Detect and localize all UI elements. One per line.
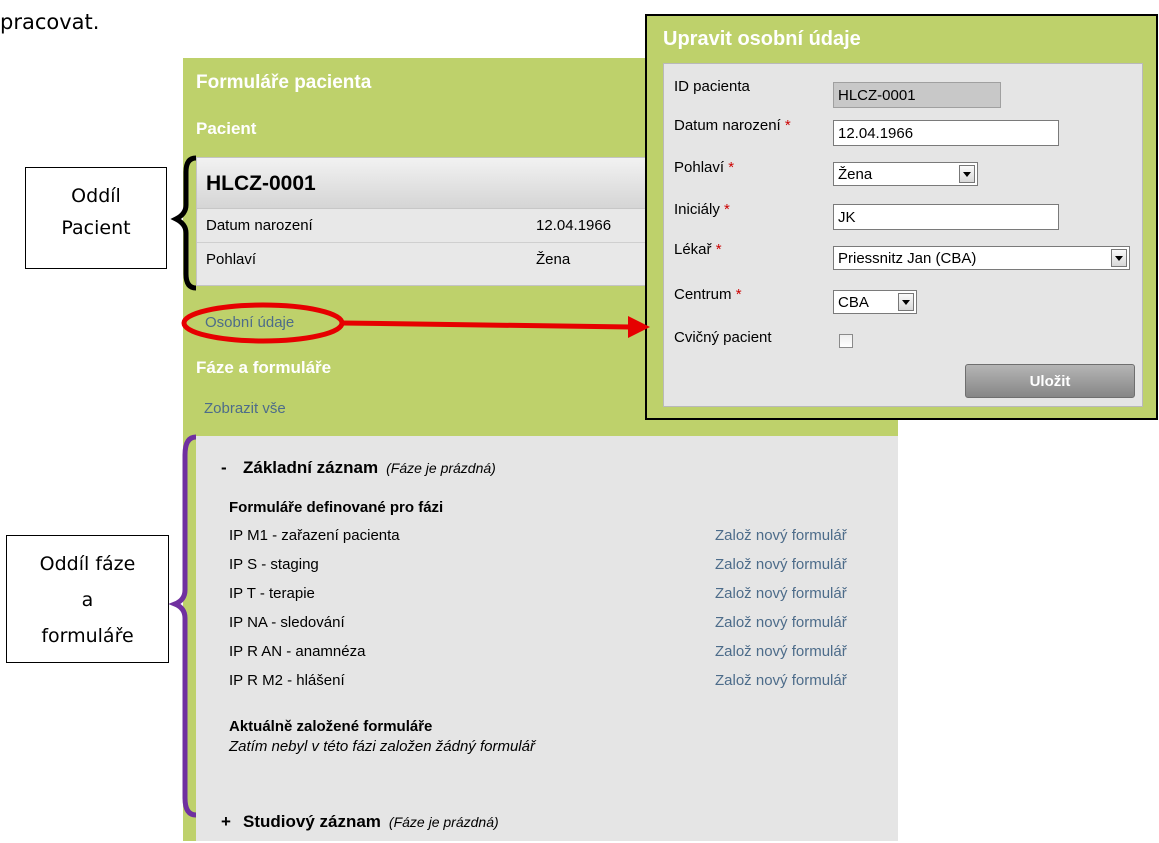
list-item: IP NA - sledování Založ nový formulář <box>229 614 879 631</box>
chevron-down-icon[interactable] <box>898 293 914 311</box>
phase-header-study[interactable]: + Studiový záznam (Fáze je prázdná) <box>221 812 499 832</box>
patient-section-callout: Oddíl Pacient <box>25 167 167 269</box>
birth-date-label: Datum narození * <box>674 117 791 134</box>
personal-data-link[interactable]: Osobní údaje <box>205 314 294 331</box>
show-all-link[interactable]: Zobrazit vše <box>204 400 286 417</box>
row-label: Datum narození <box>206 217 313 234</box>
doctor-label: Lékař * <box>674 241 722 258</box>
doctor-select[interactable]: Priessnitz Jan (CBA) <box>833 246 1130 270</box>
no-forms-text: Zatím nebyl v této fázi založen žádný fo… <box>229 738 535 755</box>
intro-text: pracovat. <box>0 10 100 34</box>
patient-card: HLCZ-0001 Datum narození 12.04.1966 Pohl… <box>196 157 648 286</box>
collapse-icon[interactable]: - <box>221 458 243 478</box>
selected-value: Priessnitz Jan (CBA) <box>838 250 977 267</box>
save-button[interactable]: Uložit <box>965 364 1135 398</box>
form-name: IP M1 - zařazení pacienta <box>229 527 400 544</box>
chevron-down-icon[interactable] <box>959 165 975 183</box>
create-form-link[interactable]: Založ nový formulář <box>715 643 847 660</box>
initials-field[interactable]: JK <box>833 204 1059 230</box>
test-patient-checkbox[interactable] <box>839 334 853 348</box>
phase-section-callout: Oddíl fáze a formuláře <box>6 535 169 663</box>
dialog-title: Upravit osobní údaje <box>663 28 861 50</box>
row-label: Pohlaví <box>206 251 257 268</box>
selected-value: Žena <box>838 166 873 183</box>
patient-card-header: HLCZ-0001 <box>197 158 647 209</box>
edit-personal-data-dialog: Upravit osobní údaje ID pacienta HLCZ-00… <box>645 14 1158 420</box>
selected-value: CBA <box>838 294 869 311</box>
list-item: IP T - terapie Založ nový formulář <box>229 585 879 602</box>
sex-select[interactable]: Žena <box>833 162 978 186</box>
defined-forms-title: Formuláře definované pro fázi <box>229 499 444 516</box>
initials-label: Iniciály * <box>674 201 730 218</box>
form-name: IP NA - sledování <box>229 614 345 631</box>
list-item: IP R AN - anamnéza Založ nový formulář <box>229 643 879 660</box>
row-value: Žena <box>536 251 571 268</box>
list-item: IP R M2 - hlášení Založ nový formulář <box>229 672 879 689</box>
form-name: IP R M2 - hlášení <box>229 672 345 689</box>
test-patient-label: Cvičný pacient <box>674 329 772 346</box>
phases-list: - Základní záznam (Fáze je prázdná) Formul… <box>196 436 898 841</box>
chevron-down-icon[interactable] <box>1111 249 1127 267</box>
form-name: IP R AN - anamnéza <box>229 643 366 660</box>
create-form-link[interactable]: Založ nový formulář <box>715 556 847 573</box>
expand-icon[interactable]: + <box>221 812 243 832</box>
phase-name: Základní záznam <box>243 458 379 477</box>
patient-row-birthdate: Datum narození 12.04.1966 <box>197 209 647 243</box>
center-label: Centrum * <box>674 286 742 303</box>
patient-id: HLCZ-0001 <box>206 172 316 195</box>
panel-title: Formuláře pacienta <box>196 72 372 93</box>
birth-date-field[interactable]: 12.04.1966 <box>833 120 1059 146</box>
patient-row-sex: Pohlaví Žena <box>197 243 647 276</box>
phase-status: (Fáze je prázdná) <box>388 814 499 830</box>
dialog-form: ID pacienta HLCZ-0001 Datum narození * 1… <box>663 63 1143 407</box>
list-item: IP S - staging Založ nový formulář <box>229 556 879 573</box>
center-select[interactable]: CBA <box>833 290 917 314</box>
list-item: IP M1 - zařazení pacienta Založ nový for… <box>229 527 879 544</box>
create-form-link[interactable]: Založ nový formulář <box>715 527 847 544</box>
patient-id-field: HLCZ-0001 <box>833 82 1001 108</box>
phases-heading: Fáze a formuláře <box>196 358 332 377</box>
current-forms-title: Aktuálně založené formuláře <box>229 718 433 735</box>
row-value: 12.04.1966 <box>536 217 612 234</box>
phase-header-basic[interactable]: - Základní záznam (Fáze je prázdná) <box>221 458 496 478</box>
sex-label: Pohlaví * <box>674 159 735 176</box>
patient-id-label: ID pacienta <box>674 78 750 95</box>
phase-status: (Fáze je prázdná) <box>386 460 496 476</box>
phase-name: Studiový záznam <box>243 812 381 831</box>
create-form-link[interactable]: Založ nový formulář <box>715 585 847 602</box>
form-name: IP T - terapie <box>229 585 315 602</box>
create-form-link[interactable]: Založ nový formulář <box>715 672 847 689</box>
form-name: IP S - staging <box>229 556 319 573</box>
create-form-link[interactable]: Založ nový formulář <box>715 614 847 631</box>
patient-heading: Pacient <box>196 119 257 138</box>
